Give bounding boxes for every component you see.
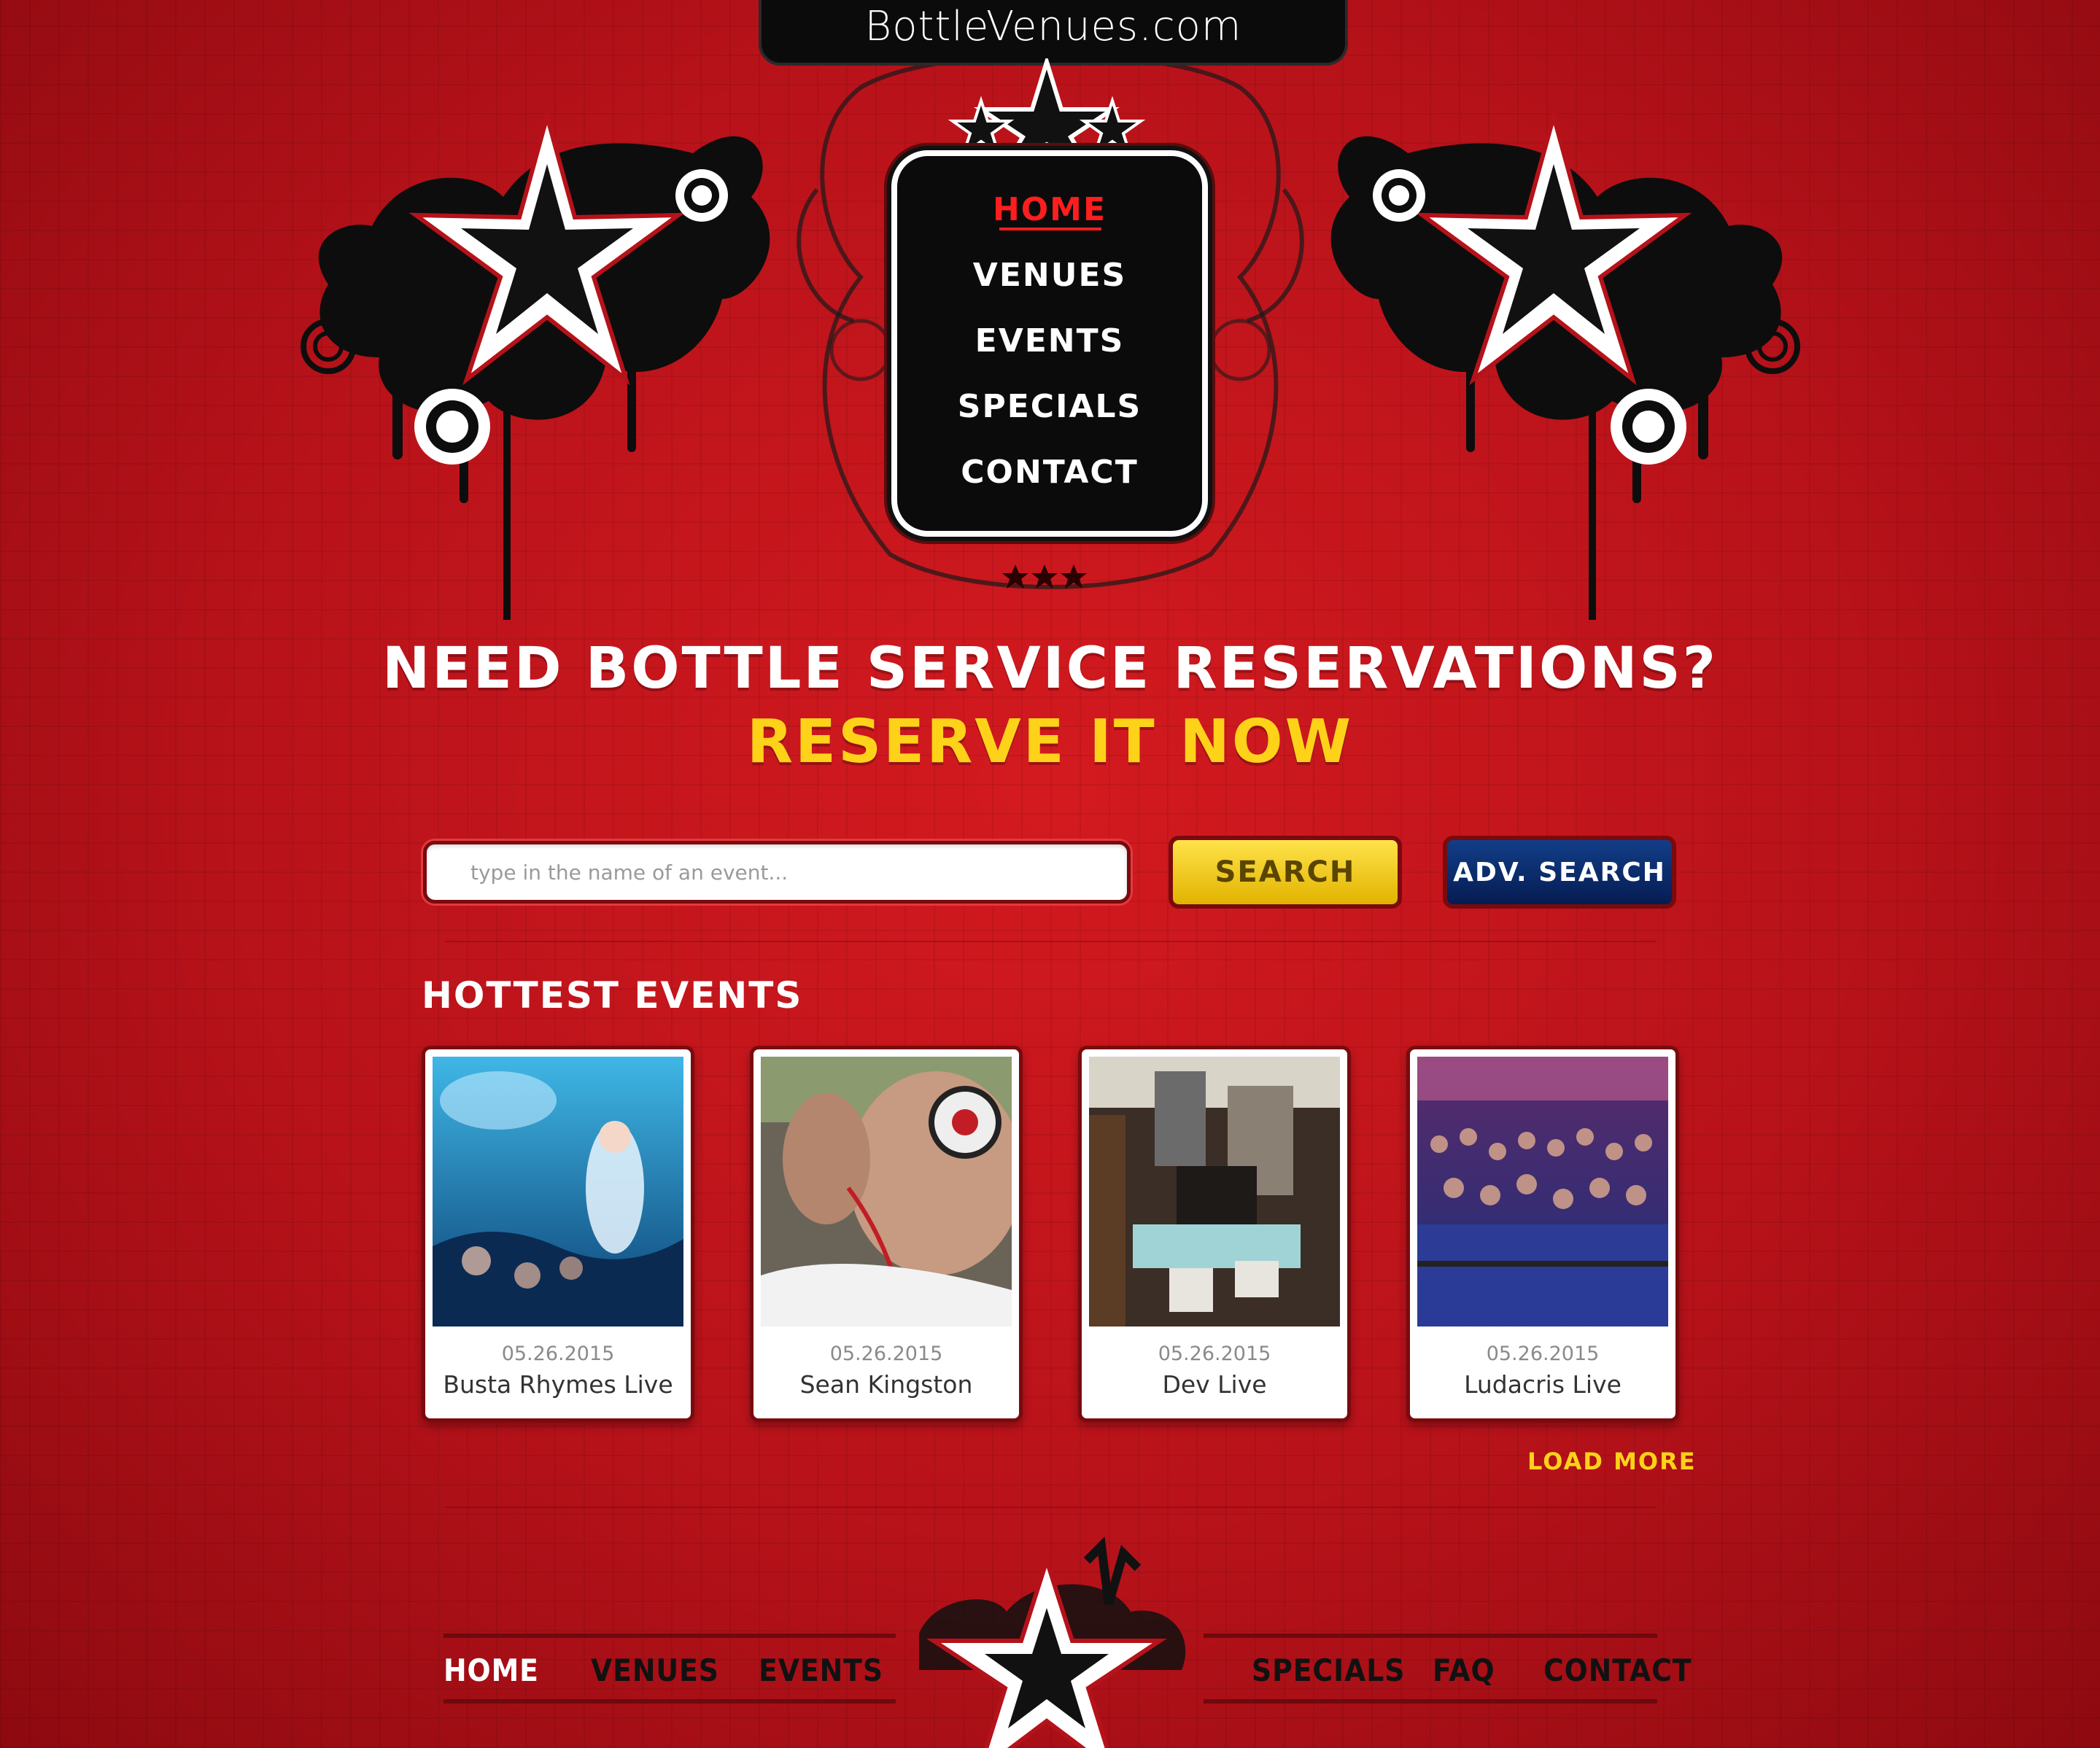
search-button[interactable]: SEARCH bbox=[1169, 836, 1402, 909]
event-date: 05.26.2015 bbox=[501, 1343, 615, 1365]
event-name: Busta Rhymes Live bbox=[443, 1370, 673, 1399]
event-card[interactable]: 05.26.2015 Sean Kingston bbox=[750, 1046, 1023, 1422]
event-card[interactable]: 05.26.2015 Dev Live bbox=[1078, 1046, 1351, 1422]
footer-venues-link[interactable]: VENUES bbox=[591, 1652, 719, 1688]
footer-contact-link[interactable]: CONTACT bbox=[1543, 1652, 1692, 1688]
event-name: Sean Kingston bbox=[799, 1370, 973, 1399]
nav-specials[interactable]: SPECIALS bbox=[897, 388, 1202, 425]
hero-subheadline: RESERVE IT NOW bbox=[746, 707, 1354, 777]
event-name: Dev Live bbox=[1162, 1370, 1267, 1399]
footer-bar-right-top bbox=[1204, 1634, 1657, 1638]
right-star-splash bbox=[1330, 108, 1800, 620]
footer-events-link[interactable]: EVENTS bbox=[759, 1652, 883, 1688]
hottest-events-title: HOTTEST EVENTS bbox=[422, 974, 803, 1017]
footer-specials-link[interactable]: SPECIALS bbox=[1252, 1652, 1405, 1688]
event-card[interactable]: 05.26.2015 Busta Rhymes Live bbox=[422, 1046, 694, 1422]
event-date: 05.26.2015 bbox=[1158, 1343, 1271, 1365]
event-image-dj-headphones bbox=[761, 1057, 1012, 1326]
site-name[interactable]: BottleVenues.com bbox=[759, 3, 1348, 50]
event-date: 05.26.2015 bbox=[1486, 1343, 1600, 1365]
event-image-club-crowd bbox=[433, 1057, 683, 1326]
event-search-input[interactable] bbox=[423, 841, 1131, 904]
nav-contact[interactable]: CONTACT bbox=[897, 454, 1202, 491]
footer-bar-right-bottom bbox=[1204, 1699, 1657, 1704]
nav-venues[interactable]: VENUES bbox=[897, 257, 1202, 294]
nav-home-underline bbox=[999, 228, 1101, 230]
footer-faq-link[interactable]: FAQ bbox=[1433, 1652, 1495, 1688]
footer-home-link[interactable]: HOME bbox=[443, 1652, 539, 1688]
event-card[interactable]: 05.26.2015 Ludacris Live bbox=[1406, 1046, 1679, 1422]
load-more-link[interactable]: LOAD MORE bbox=[1527, 1448, 1697, 1475]
hero-headline: NEED BOTTLE SERVICE RESERVATIONS? bbox=[382, 636, 1718, 702]
advanced-search-button[interactable]: ADV. SEARCH bbox=[1443, 836, 1676, 909]
section-divider bbox=[445, 941, 1656, 942]
footer-star-logo bbox=[919, 1537, 1186, 1748]
left-star-splash bbox=[301, 108, 770, 620]
bottom-stars-icon bbox=[1002, 564, 1087, 589]
nav-events[interactable]: EVENTS bbox=[897, 322, 1202, 360]
footer-bar-left-top bbox=[443, 1634, 896, 1638]
nav-home[interactable]: HOME bbox=[897, 191, 1202, 228]
footer-divider bbox=[445, 1507, 1656, 1508]
footer-bar-left-bottom bbox=[443, 1699, 896, 1704]
event-name: Ludacris Live bbox=[1464, 1370, 1622, 1399]
event-date: 05.26.2015 bbox=[829, 1343, 943, 1365]
event-image-rooftop-pool bbox=[1089, 1057, 1340, 1326]
event-image-concert-crowd bbox=[1417, 1057, 1668, 1326]
